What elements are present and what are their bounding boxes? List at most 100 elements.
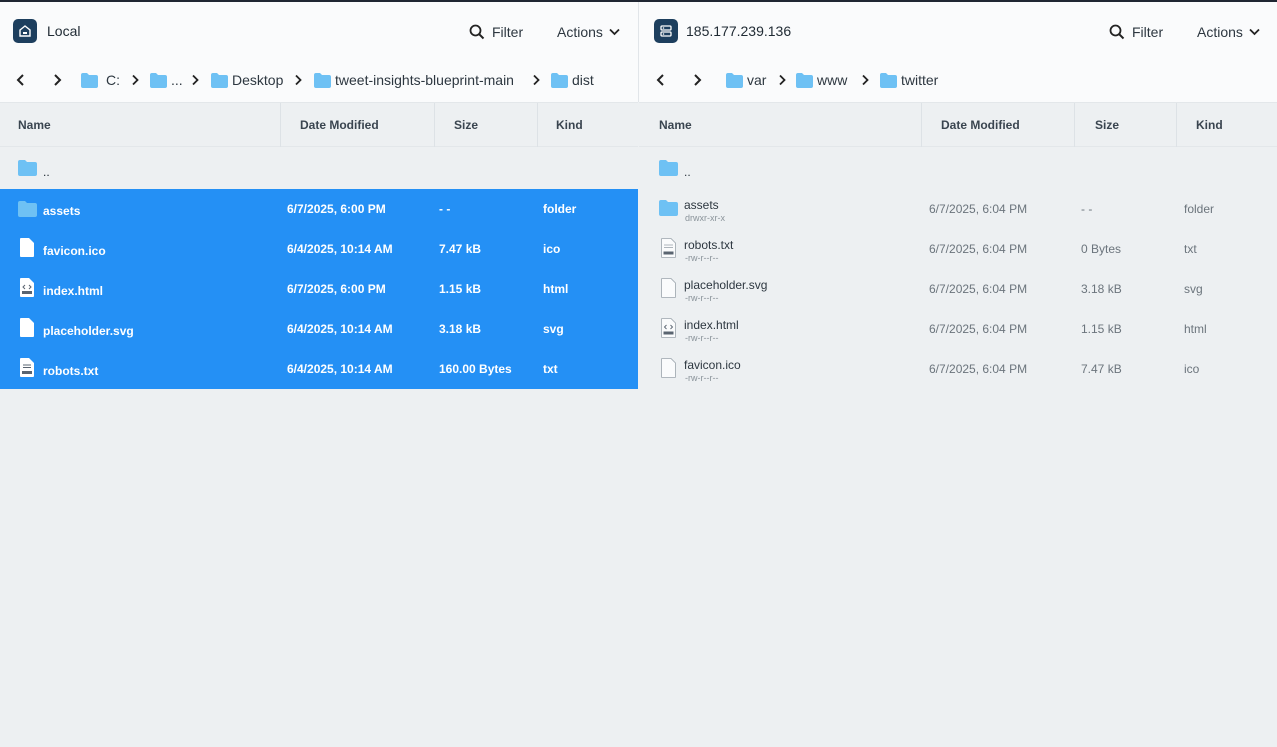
file-size: 1.15 kB — [439, 282, 482, 296]
chevron-right-icon — [132, 74, 139, 86]
breadcrumb-item-ellipsis[interactable]: ... — [150, 66, 183, 94]
parent-directory-label: .. — [43, 165, 50, 179]
table-row[interactable]: assets drwxr-xr-x 6/7/2025, 6:04 PM - - … — [639, 189, 1277, 229]
breadcrumb-separator — [530, 66, 542, 94]
file-date: 6/7/2025, 6:00 PM — [287, 282, 386, 296]
breadcrumb-item-drive[interactable]: C: — [81, 66, 120, 94]
file-size: 7.47 kB — [1081, 362, 1122, 376]
file-name: robots.txt — [43, 364, 99, 378]
breadcrumb-separator — [292, 66, 304, 94]
breadcrumb-label: dist — [572, 72, 594, 88]
file-size: - - — [439, 202, 451, 216]
table-row[interactable]: placeholder.svg 6/4/2025, 10:14 AM 3.18 … — [0, 309, 638, 349]
file-size: - - — [1081, 202, 1093, 216]
file-icon — [661, 278, 676, 298]
local-actions-label: Actions — [557, 24, 603, 40]
table-row[interactable]: placeholder.svg -rw-r--r-- 6/7/2025, 6:0… — [639, 269, 1277, 309]
column-name[interactable]: Name — [659, 103, 692, 147]
file-size: 160.00 Bytes — [439, 362, 512, 376]
table-row[interactable]: favicon.ico 6/4/2025, 10:14 AM 7.47 kB i… — [0, 229, 638, 269]
breadcrumb-label: tweet-insights-blueprint-main — [335, 72, 514, 88]
txt-file-icon — [20, 358, 34, 377]
file-size: 3.18 kB — [439, 322, 482, 336]
local-filter-button[interactable]: Filter — [469, 20, 523, 44]
back-button[interactable] — [654, 66, 668, 94]
chevron-right-icon — [694, 74, 702, 86]
file-kind: txt — [543, 362, 558, 376]
html-file-icon — [661, 318, 676, 338]
remote-column-header: Name Date Modified Size Kind — [639, 102, 1277, 147]
breadcrumb-label: Desktop — [232, 72, 284, 88]
file-name: assets — [43, 204, 81, 218]
local-column-header: Name Date Modified Size Kind — [0, 102, 638, 147]
parent-directory-label: .. — [684, 165, 691, 179]
table-row[interactable]: assets 6/7/2025, 6:00 PM - - folder — [0, 189, 638, 229]
table-row[interactable]: robots.txt -rw-r--r-- 6/7/2025, 6:04 PM … — [639, 229, 1277, 269]
parent-directory-row[interactable]: .. — [0, 148, 638, 188]
remote-title: 185.177.239.136 — [686, 23, 792, 39]
back-button[interactable] — [14, 66, 28, 94]
column-divider[interactable] — [434, 103, 435, 147]
file-icon — [661, 358, 676, 378]
breadcrumb-label: C: — [106, 72, 120, 88]
file-kind: svg — [543, 322, 564, 336]
file-name: robots.txt — [684, 238, 734, 252]
breadcrumb-item-www[interactable]: www — [796, 66, 847, 94]
local-titlebar: Local Filter Actions — [0, 2, 638, 57]
column-divider[interactable] — [921, 103, 922, 147]
file-permissions: -rw-r--r-- — [685, 253, 719, 263]
folder-icon — [880, 72, 897, 88]
column-divider[interactable] — [1074, 103, 1075, 147]
chevron-right-icon — [295, 74, 302, 86]
local-filter-label: Filter — [492, 24, 524, 40]
table-row[interactable]: favicon.ico -rw-r--r-- 6/7/2025, 6:04 PM… — [639, 349, 1277, 389]
remote-titlebar: 185.177.239.136 Filter Actions — [639, 2, 1277, 57]
table-row[interactable]: index.html -rw-r--r-- 6/7/2025, 6:04 PM … — [639, 309, 1277, 349]
file-permissions: -rw-r--r-- — [685, 333, 719, 343]
parent-directory-row[interactable]: .. — [639, 148, 1277, 188]
column-date-modified[interactable]: Date Modified — [941, 103, 1020, 147]
html-file-icon — [20, 278, 34, 297]
column-kind[interactable]: Kind — [1196, 103, 1223, 147]
column-kind[interactable]: Kind — [556, 103, 583, 147]
remote-filter-button[interactable]: Filter — [1109, 20, 1163, 44]
local-pane-header: Local Filter Actions C: ... Desktop twee… — [0, 2, 638, 102]
breadcrumb-item-desktop[interactable]: Desktop — [211, 66, 283, 94]
breadcrumb-item-dist[interactable]: dist — [551, 66, 594, 94]
column-date-modified[interactable]: Date Modified — [300, 103, 379, 147]
breadcrumb-item-project[interactable]: tweet-insights-blueprint-main — [314, 66, 514, 94]
file-kind: ico — [543, 242, 561, 256]
file-name: placeholder.svg — [684, 278, 768, 292]
folder-icon — [551, 72, 568, 88]
folder-icon — [314, 72, 331, 88]
table-row[interactable]: index.html 6/7/2025, 6:00 PM 1.15 kB htm… — [0, 269, 638, 309]
folder-icon — [659, 200, 678, 216]
remote-actions-button[interactable]: Actions — [1197, 20, 1260, 44]
column-divider[interactable] — [537, 103, 538, 147]
column-size[interactable]: Size — [454, 103, 478, 147]
breadcrumb-item-var[interactable]: var — [726, 66, 766, 94]
local-title: Local — [47, 23, 81, 39]
chevron-down-icon — [609, 28, 620, 36]
breadcrumb-label: twitter — [901, 72, 939, 88]
column-divider[interactable] — [1176, 103, 1177, 147]
search-icon — [1109, 24, 1125, 40]
folder-icon — [726, 72, 743, 88]
column-size[interactable]: Size — [1095, 103, 1119, 147]
table-row[interactable]: robots.txt 6/4/2025, 10:14 AM 160.00 Byt… — [0, 349, 638, 389]
file-icon — [20, 318, 34, 337]
remote-breadcrumb: var www twitter — [639, 66, 1277, 94]
local-actions-button[interactable]: Actions — [557, 20, 620, 44]
breadcrumb-item-twitter[interactable]: twitter — [880, 66, 938, 94]
forward-button[interactable] — [690, 66, 704, 94]
forward-button[interactable] — [50, 66, 64, 94]
column-name[interactable]: Name — [18, 103, 51, 147]
file-kind: html — [543, 282, 569, 296]
file-kind: ico — [1184, 362, 1200, 376]
chevron-right-icon — [54, 74, 62, 86]
server-icon — [654, 19, 678, 43]
column-divider[interactable] — [280, 103, 281, 147]
file-size: 0 Bytes — [1081, 242, 1122, 256]
file-kind: html — [1184, 322, 1207, 336]
breadcrumb-label: var — [747, 72, 767, 88]
